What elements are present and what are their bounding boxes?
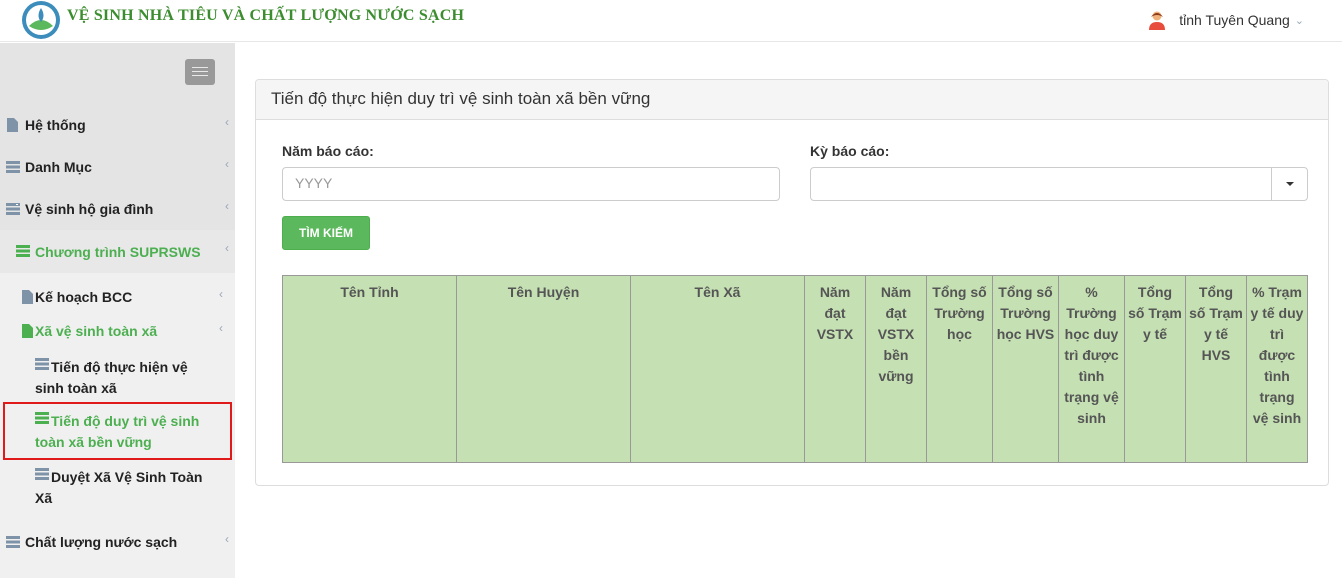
col-header: Tổng số Trường học xyxy=(926,275,993,463)
chevron-left-icon: ‹ xyxy=(225,532,229,546)
report-panel: Tiến độ thực hiện duy trì vệ sinh toàn x… xyxy=(255,79,1329,486)
period-select[interactable] xyxy=(810,167,1308,201)
sidebar-item-label: Chất lượng nước sạch xyxy=(25,534,178,550)
sidebar-item-label: Hệ thống xyxy=(25,117,86,133)
active-item-highlight xyxy=(3,402,232,460)
file-icon xyxy=(22,324,33,338)
col-header: Tổng số Trường học HVS xyxy=(992,275,1059,463)
sidebar-item-he-thong[interactable]: Hệ thống ‹ xyxy=(0,115,235,137)
period-label: Kỳ báo cáo: xyxy=(810,143,890,159)
col-header: Tổng số Trạm y tế xyxy=(1124,275,1186,463)
sidebar-item-label: Kế hoạch BCC xyxy=(35,289,133,305)
sidebar-item-xa-ve-sinh-toan-xa[interactable]: Xã vệ sinh toàn xã ‹ xyxy=(0,321,235,343)
sidebar-item-tien-do-thuc-hien[interactable]: Tiến độ thực hiện vệ sinh toàn xã xyxy=(0,355,235,399)
dropdown-caret-icon[interactable] xyxy=(1271,168,1307,200)
sidebar-item-chuong-trinh-suprsws[interactable]: Chương trình SUPRSWS ‹ xyxy=(0,230,235,273)
sidebar-item-label: Duyệt Xã Vệ Sinh Toàn Xã xyxy=(35,469,203,506)
sidebar-item-label: Danh Mục xyxy=(25,159,92,175)
panel-title: Tiến độ thực hiện duy trì vệ sinh toàn x… xyxy=(256,80,1328,120)
sidebar-item-danh-muc[interactable]: Danh Mục ‹ xyxy=(0,157,235,179)
col-header: Năm đạt VSTX xyxy=(804,275,866,463)
sidebar-item-label: Tiến độ thực hiện vệ sinh toàn xã xyxy=(35,359,188,396)
server-icon xyxy=(6,203,20,215)
file-icon xyxy=(22,290,33,304)
sidebar-item-label: Vệ sinh hộ gia đình xyxy=(25,201,154,217)
chevron-down-icon: ⌄ xyxy=(1294,14,1304,27)
chevron-left-icon: ‹ xyxy=(219,287,223,301)
result-table: Tên Tỉnh Tên Huyện Tên Xã Năm đạt VSTX N… xyxy=(282,275,1308,463)
chevron-left-icon: ‹ xyxy=(225,157,229,171)
sidebar-item-label: Xã vệ sinh toàn xã xyxy=(35,323,158,339)
top-bar: VỆ SINH NHÀ TIÊU VÀ CHẤT LƯỢNG NƯỚC SẠCH… xyxy=(0,0,1342,42)
user-avatar-icon xyxy=(1149,11,1166,30)
file-icon xyxy=(7,118,18,132)
year-input[interactable]: YYYY xyxy=(282,167,780,201)
logo-icon[interactable] xyxy=(21,0,61,40)
app-title: VỆ SINH NHÀ TIÊU VÀ CHẤT LƯỢNG NƯỚC SẠCH xyxy=(67,7,465,24)
user-name: tỉnh Tuyên Quang xyxy=(1179,12,1290,28)
col-header: Tổng số Trạm y tế HVS xyxy=(1185,275,1247,463)
chevron-left-icon: ‹ xyxy=(219,321,223,335)
col-header: % Trạm y tế duy trì được tình trạng vệ s… xyxy=(1246,275,1308,463)
col-header: Tên Tỉnh xyxy=(282,275,457,463)
search-button[interactable]: TÌM KIẾM xyxy=(282,216,370,250)
year-label: Năm báo cáo: xyxy=(282,143,374,159)
chevron-left-icon: ‹ xyxy=(225,199,229,213)
sidebar-item-duyet-xa[interactable]: Duyệt Xã Vệ Sinh Toàn Xã xyxy=(0,465,235,509)
col-header: % Trường học duy trì được tình trạng vệ … xyxy=(1058,275,1125,463)
chevron-left-icon: ‹ xyxy=(225,241,229,255)
user-menu[interactable]: tỉnh Tuyên Quang ⌄ xyxy=(1147,10,1304,30)
sidebar: Hệ thống ‹ Danh Mục ‹ Vệ sinh hộ gia đìn… xyxy=(0,43,235,578)
server-icon xyxy=(16,245,30,257)
list-icon xyxy=(6,161,20,173)
menu-toggle-button[interactable] xyxy=(185,59,215,85)
chevron-left-icon: ‹ xyxy=(225,115,229,129)
sidebar-item-ve-sinh-ho-gia-dinh[interactable]: Vệ sinh hộ gia đình ‹ xyxy=(0,199,235,221)
table-header-row: Tên Tỉnh Tên Huyện Tên Xã Năm đạt VSTX N… xyxy=(282,275,1308,463)
sidebar-item-label: Chương trình SUPRSWS xyxy=(35,244,201,260)
col-header: Tên Huyện xyxy=(456,275,631,463)
sidebar-item-chat-luong-nuoc-sach[interactable]: Chất lượng nước sạch ‹ xyxy=(0,532,235,554)
sidebar-item-ke-hoach-bcc[interactable]: Kế hoạch BCC ‹ xyxy=(0,287,235,309)
col-header: Năm đạt VSTX bền vững xyxy=(865,275,927,463)
col-header: Tên Xã xyxy=(630,275,805,463)
server-icon xyxy=(6,536,20,548)
